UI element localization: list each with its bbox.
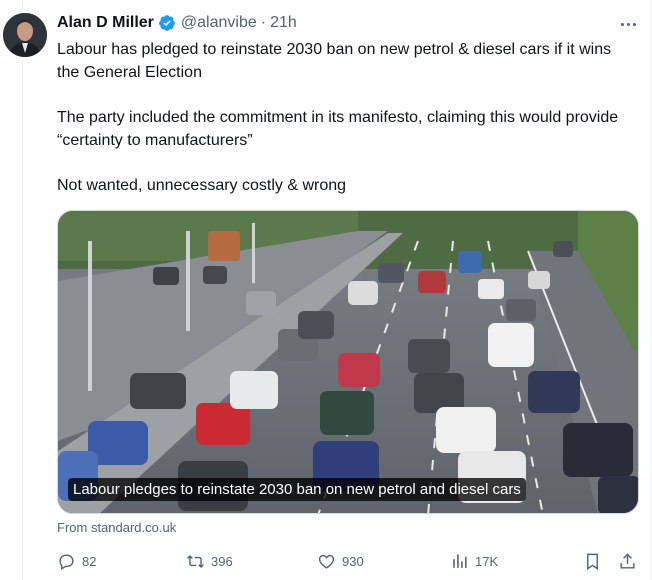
tweet-paragraph: Not wanted, unnecessary costly & wrong: [57, 177, 347, 194]
link-card-title: Labour pledges to reinstate 2030 ban on …: [68, 478, 526, 501]
repost-count: 396: [211, 554, 233, 569]
like-count: 930: [342, 554, 364, 569]
tweet-text: Labour has pledged to reinstate 2030 ban…: [57, 38, 637, 197]
reply-button[interactable]: 82: [57, 552, 96, 571]
more-icon[interactable]: [618, 17, 638, 31]
bookmark-icon: [587, 553, 598, 570]
tweet-paragraph: The party included the commitment in its…: [57, 109, 619, 149]
repost-button[interactable]: 396: [186, 552, 233, 571]
bookmark-button[interactable]: [583, 552, 608, 571]
motorway-photo: [58, 211, 638, 513]
thread-line: [22, 0, 23, 580]
views-icon: [453, 554, 467, 568]
handle[interactable]: @alanvibe: [181, 14, 257, 32]
like-icon: [318, 554, 335, 569]
link-source[interactable]: From standard.co.uk: [57, 520, 176, 535]
avatar[interactable]: [3, 13, 47, 57]
tweet-header: Alan D Miller @alanvibe · 21h: [57, 14, 297, 32]
share-button[interactable]: [618, 552, 643, 571]
reply-icon: [59, 554, 74, 571]
action-bar: 82 396 930 17K: [57, 552, 639, 574]
tweet-paragraph: Labour has pledged to reinstate 2030 ban…: [57, 41, 612, 81]
verified-badge-icon: [159, 15, 175, 31]
views-count: 17K: [475, 554, 499, 569]
link-card-image[interactable]: Labour pledges to reinstate 2030 ban on …: [57, 210, 639, 514]
display-name[interactable]: Alan D Miller: [57, 14, 154, 32]
timestamp[interactable]: 21h: [270, 14, 297, 32]
share-icon: [620, 553, 635, 569]
views-button[interactable]: 17K: [450, 552, 498, 571]
repost-icon: [187, 554, 204, 569]
like-button[interactable]: 930: [317, 552, 364, 571]
separator-dot: ·: [260, 14, 267, 31]
reply-count: 82: [82, 554, 97, 569]
